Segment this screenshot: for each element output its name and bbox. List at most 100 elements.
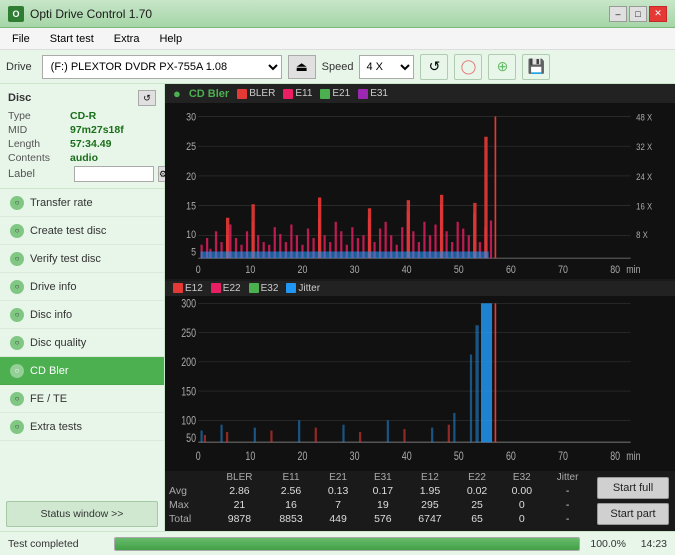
svg-text:20: 20: [298, 450, 308, 462]
svg-text:0: 0: [196, 264, 201, 276]
app-icon: O: [8, 6, 24, 22]
stats-total-e11: 8853: [266, 512, 315, 526]
disc-title: Disc: [8, 92, 31, 104]
window-controls: – □ ✕: [609, 6, 667, 22]
stats-header-e11: E11: [266, 471, 315, 484]
svg-text:8 X: 8 X: [636, 229, 648, 240]
svg-text:15: 15: [186, 201, 196, 213]
disc-refresh-button[interactable]: ↺: [138, 90, 156, 106]
stats-header-bler: BLER: [213, 471, 267, 484]
svg-text:70: 70: [558, 450, 568, 462]
chart2-area: 300 250 200 150 100 50 0 10 20 30 40 50 …: [165, 296, 675, 472]
stats-max-e32: 0: [499, 498, 544, 512]
legend2-e12-label: E12: [185, 283, 203, 294]
stats-total-label: Total: [165, 512, 213, 526]
svg-text:100: 100: [181, 415, 196, 427]
legend2-e12-dot: [173, 283, 183, 293]
menu-help[interactable]: Help: [151, 31, 190, 47]
svg-text:70: 70: [558, 264, 568, 276]
refresh-button[interactable]: ↺: [420, 54, 448, 80]
toolbar: Drive (F:) PLEXTOR DVDR PX-755A 1.08 ⏏ S…: [0, 50, 675, 84]
disc-mid-row: MID 97m27s18f: [8, 124, 156, 136]
nav-disc-quality[interactable]: ○ Disc quality: [0, 329, 164, 357]
nav-cd-bler[interactable]: ○ CD Bler: [0, 357, 164, 385]
close-button[interactable]: ✕: [649, 6, 667, 22]
disc-contents-label: Contents: [8, 152, 70, 164]
stats-header-e22: E22: [455, 471, 500, 484]
stats-left: BLER E11 E21 E31 E12 E22 E32 Jitter Avg: [165, 471, 591, 531]
legend2-jitter: Jitter: [286, 283, 320, 294]
stats-total-e31: 576: [360, 512, 405, 526]
chart1-svg: 30 25 20 15 10 5 0 10 20 30 40 50 60 70 …: [165, 103, 675, 279]
status-window-button[interactable]: Status window >>: [6, 501, 158, 527]
stats-avg-jitter: -: [544, 484, 591, 498]
bottom-status-bar: Test completed 100.0% 14:23: [0, 531, 675, 555]
svg-text:5: 5: [191, 247, 196, 259]
disc-mid-value: 97m27s18f: [70, 124, 124, 136]
legend-e21-dot: [320, 89, 330, 99]
stats-header-e32: E32: [499, 471, 544, 484]
speed-select[interactable]: 4 X: [359, 55, 414, 79]
disc-label-input[interactable]: [74, 166, 154, 182]
svg-text:50: 50: [454, 450, 464, 462]
stats-total-e12: 6747: [405, 512, 454, 526]
cd-bler-icon: ●: [173, 86, 181, 101]
disc-contents-value: audio: [70, 152, 98, 164]
menu-start-test[interactable]: Start test: [42, 31, 102, 47]
disc-length-label: Length: [8, 138, 70, 150]
stats-max-e11: 16: [266, 498, 315, 512]
menu-file[interactable]: File: [4, 31, 38, 47]
stats-total-e32: 0: [499, 512, 544, 526]
menu-extra[interactable]: Extra: [106, 31, 148, 47]
eject-button[interactable]: ⏏: [288, 55, 316, 79]
nav-disc-quality-icon: ○: [10, 336, 24, 350]
copy-button[interactable]: ⊕: [488, 54, 516, 80]
svg-text:40: 40: [402, 450, 412, 462]
svg-text:60: 60: [506, 450, 516, 462]
nav-disc-info[interactable]: ○ Disc info: [0, 301, 164, 329]
legend-e11-dot: [283, 89, 293, 99]
svg-text:30: 30: [350, 450, 360, 462]
title-bar: O Opti Drive Control 1.70 – □ ✕: [0, 0, 675, 28]
erase-button[interactable]: ◯: [454, 54, 482, 80]
legend2-e32: E32: [249, 283, 279, 294]
legend-e11: E11: [283, 88, 312, 99]
nav-extra-tests[interactable]: ○ Extra tests: [0, 413, 164, 441]
svg-text:10: 10: [186, 229, 196, 241]
drive-select[interactable]: (F:) PLEXTOR DVDR PX-755A 1.08: [42, 55, 282, 79]
svg-text:32 X: 32 X: [636, 142, 652, 153]
svg-text:min: min: [626, 264, 640, 276]
nav-create-test-disc[interactable]: ○ Create test disc: [0, 217, 164, 245]
chart1-header: ● CD Bler BLER E11 E21 E31: [165, 84, 675, 103]
disc-length-row: Length 57:34.49: [8, 138, 156, 150]
stats-total-jitter: -: [544, 512, 591, 526]
sidebar: Disc ↺ Type CD-R MID 97m27s18f Length 57…: [0, 84, 165, 531]
stats-total-e22: 65: [455, 512, 500, 526]
minimize-button[interactable]: –: [609, 6, 627, 22]
title-bar-left: O Opti Drive Control 1.70: [8, 6, 152, 22]
stats-header-jitter: Jitter: [544, 471, 591, 484]
svg-text:50: 50: [454, 264, 464, 276]
time-display: 14:23: [632, 538, 667, 550]
start-part-button[interactable]: Start part: [597, 503, 669, 525]
stats-avg-e32: 0.00: [499, 484, 544, 498]
legend-e31-label: E31: [370, 88, 388, 99]
maximize-button[interactable]: □: [629, 6, 647, 22]
disc-panel: Disc ↺ Type CD-R MID 97m27s18f Length 57…: [0, 84, 164, 189]
nav-items: ○ Transfer rate ○ Create test disc ○ Ver…: [0, 189, 164, 497]
legend2-e32-dot: [249, 283, 259, 293]
nav-verify-test-disc[interactable]: ○ Verify test disc: [0, 245, 164, 273]
start-full-button[interactable]: Start full: [597, 477, 669, 499]
nav-transfer-rate-icon: ○: [10, 196, 24, 210]
disc-mid-label: MID: [8, 124, 70, 136]
svg-text:300: 300: [181, 298, 196, 310]
nav-fe-te[interactable]: ○ FE / TE: [0, 385, 164, 413]
stats-avg-e31: 0.17: [360, 484, 405, 498]
svg-text:60: 60: [506, 264, 516, 276]
nav-cd-bler-label: CD Bler: [30, 365, 69, 377]
svg-text:80: 80: [610, 264, 620, 276]
nav-create-label: Create test disc: [30, 225, 106, 237]
nav-transfer-rate[interactable]: ○ Transfer rate: [0, 189, 164, 217]
save-button[interactable]: 💾: [522, 54, 550, 80]
nav-drive-info[interactable]: ○ Drive info: [0, 273, 164, 301]
